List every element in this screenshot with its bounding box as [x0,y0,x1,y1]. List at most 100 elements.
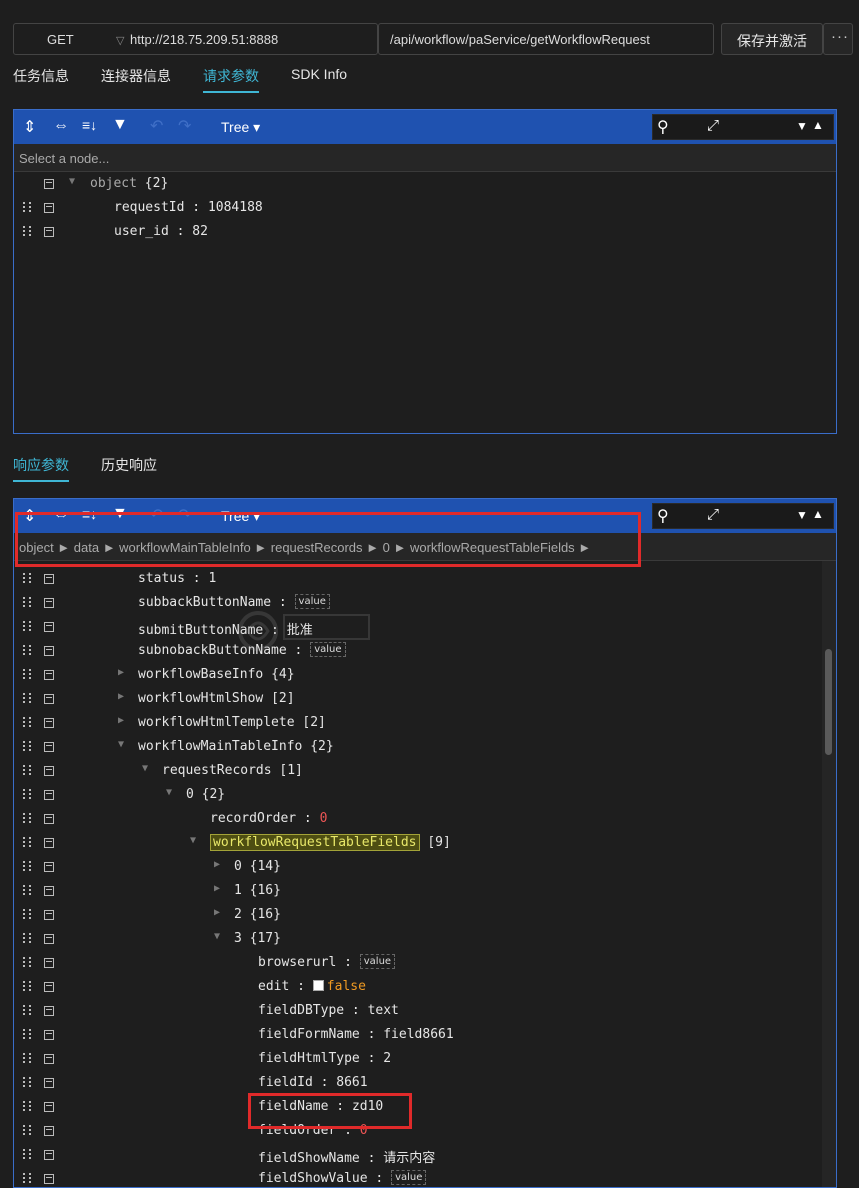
field-value[interactable]: 1 [208,571,216,586]
expand-icon[interactable]: ▼ [214,931,220,942]
filter-icon[interactable]: ▼ [112,116,128,134]
context-menu-icon[interactable] [44,1102,54,1112]
context-menu-icon[interactable] [44,1078,54,1088]
tab-connector-info[interactable]: 连接器信息 [101,66,171,86]
tree-row[interactable]: fieldDBType : text [14,999,836,1023]
context-menu-icon[interactable] [44,598,54,608]
host-input[interactable]: http://218.75.209.51:8888 [130,32,278,47]
context-menu-icon[interactable] [44,862,54,872]
field-key[interactable]: user_id [114,224,169,239]
drag-handle-icon[interactable] [23,226,31,238]
context-menu-icon[interactable] [44,838,54,848]
field-key[interactable]: fieldFormName [258,1027,360,1042]
field-value[interactable]: 0 [320,811,328,826]
tab-task-info[interactable]: 任务信息 [13,66,69,86]
tree-row[interactable]: requestId : 1084188 [14,196,836,220]
expand-all-icon[interactable]: ⇕ [23,117,36,137]
field-value[interactable]: value [359,953,396,969]
context-menu-icon[interactable] [44,766,54,776]
tree-row[interactable]: fieldHtmlType : 2 [14,1047,836,1071]
drag-handle-icon[interactable] [23,1029,31,1041]
field-key[interactable]: 1 [234,883,242,898]
tree-row[interactable]: ▼ workflowRequestTableFields [9] [14,831,836,855]
sort-icon[interactable]: ≡↓ [82,117,97,133]
drag-handle-icon[interactable] [23,1077,31,1089]
tree-row[interactable]: ▶ workflowHtmlTemplete [2] [14,711,836,735]
tree-row[interactable]: browserurl : value [14,951,836,975]
field-key[interactable]: fieldId [258,1075,313,1090]
drag-handle-icon[interactable] [23,789,31,801]
collapse-icon[interactable]: ▶ [118,667,124,678]
drag-handle-icon[interactable] [23,1173,31,1185]
field-value[interactable]: 8661 [336,1075,367,1090]
next-icon[interactable]: ▲ [812,507,824,521]
field-key[interactable]: workflowHtmlShow [138,691,263,706]
collapse-icon[interactable]: ▶ [214,883,220,894]
expand-icon[interactable]: ▼ [69,176,75,187]
context-menu-icon[interactable] [44,910,54,920]
context-menu-icon[interactable] [44,742,54,752]
field-key[interactable]: fieldShowName [258,1151,360,1166]
drag-handle-icon[interactable] [23,202,31,214]
drag-handle-icon[interactable] [23,1053,31,1065]
field-key[interactable]: recordOrder [210,811,296,826]
drag-handle-icon[interactable] [23,837,31,849]
tree-row[interactable]: fieldShowName : 请示内容 [14,1143,836,1167]
tree-row[interactable]: ▶ 2 {16} [14,903,836,927]
field-key[interactable]: fieldShowValue [258,1171,368,1186]
drag-handle-icon[interactable] [23,597,31,609]
drag-handle-icon[interactable] [23,669,31,681]
context-menu-icon[interactable] [44,886,54,896]
tab-response-params[interactable]: 响应参数 [13,455,69,475]
drag-handle-icon[interactable] [23,765,31,777]
field-key[interactable]: 0 [234,859,242,874]
context-menu-icon[interactable] [44,646,54,656]
collapse-icon[interactable]: ▶ [214,859,220,870]
context-menu-icon[interactable] [44,958,54,968]
drag-handle-icon[interactable] [23,645,31,657]
search-box[interactable]: ⚲ ⤢ ▼ ▲ [652,503,834,529]
context-menu-icon[interactable] [44,574,54,584]
tree-row[interactable]: ▶ 0 {14} [14,855,836,879]
context-menu-icon[interactable] [44,814,54,824]
context-menu-icon[interactable] [44,934,54,944]
field-value[interactable]: 请示内容 [383,1151,435,1166]
drag-handle-icon[interactable] [23,1005,31,1017]
drag-handle-icon[interactable] [23,573,31,585]
drag-handle-icon[interactable] [23,981,31,993]
tree-row[interactable]: ▶ 1 {16} [14,879,836,903]
tree-row[interactable]: fieldId : 8661 [14,1071,836,1095]
fullscreen-icon[interactable]: ⤢ [707,117,719,134]
tree-row[interactable]: ▼ workflowMainTableInfo {2} [14,735,836,759]
field-key[interactable]: 0 [186,787,194,802]
drag-handle-icon[interactable] [23,621,31,633]
field-key[interactable]: workflowRequestTableFields [210,834,420,851]
expand-icon[interactable]: ▼ [166,787,172,798]
field-key[interactable]: requestId [114,200,184,215]
fullscreen-icon[interactable]: ⤢ [707,506,719,523]
tree-row[interactable]: status : 1 [14,567,836,591]
field-key[interactable]: fieldDBType [258,1003,344,1018]
tree-row[interactable]: submitButtonName : 批准 [14,615,836,639]
tree-row[interactable]: user_id : 82 [14,220,836,244]
context-menu-icon[interactable] [44,1054,54,1064]
drag-handle-icon[interactable] [23,813,31,825]
tree-row[interactable]: ▶ workflowHtmlShow [2] [14,687,836,711]
expand-icon[interactable]: ▼ [118,739,124,750]
tree-row[interactable]: ▼ object {2} [14,172,836,196]
drag-handle-icon[interactable] [23,909,31,921]
field-value[interactable]: 1084188 [208,200,263,215]
context-menu-icon[interactable] [44,1006,54,1016]
field-value[interactable]: field8661 [383,1027,453,1042]
tree-row[interactable]: fieldName : zd10 [14,1095,836,1119]
field-key[interactable]: workflowBaseInfo [138,667,263,682]
tree-row[interactable]: ▼ requestRecords [1] [14,759,836,783]
tab-sdk-info[interactable]: SDK Info [291,66,347,82]
field-key[interactable]: edit [258,979,289,994]
drag-handle-icon[interactable] [23,1149,31,1161]
scrollbar-thumb[interactable] [825,649,832,755]
context-menu-icon[interactable] [44,1174,54,1184]
field-value[interactable]: false [327,979,366,994]
context-menu-icon[interactable] [44,670,54,680]
more-button[interactable]: ··· [823,23,853,55]
